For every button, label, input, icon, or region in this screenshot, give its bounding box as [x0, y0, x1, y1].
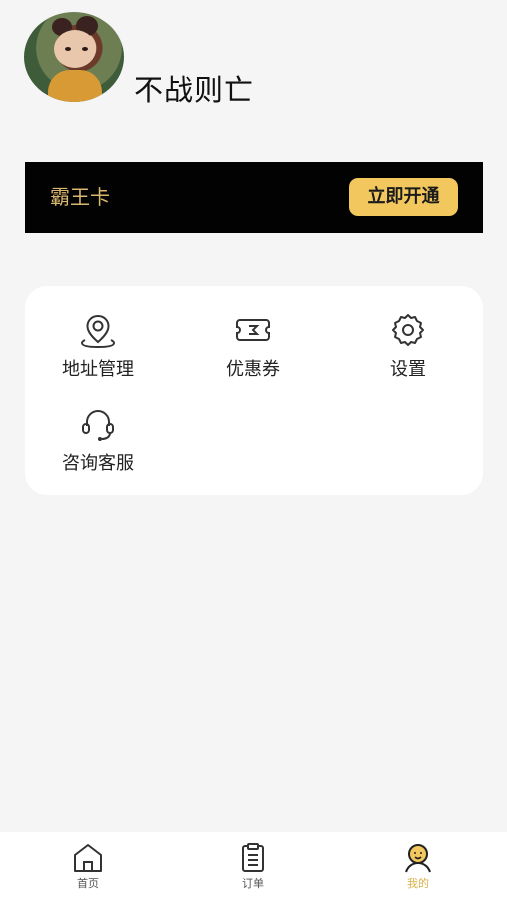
clipboard-icon	[242, 843, 264, 872]
tab-label: 订单	[242, 877, 264, 890]
avatar-face	[54, 30, 96, 68]
gear-icon	[392, 314, 424, 346]
avatar-eye-right	[82, 47, 88, 51]
activate-now-button[interactable]: 立即开通	[349, 178, 458, 216]
menu-item-address[interactable]: 地址管理	[38, 310, 158, 382]
headset-icon	[82, 410, 114, 441]
tab-label: 首页	[77, 877, 99, 890]
menu-item-coupons[interactable]: 优惠券	[193, 310, 313, 382]
menu-item-label: 咨询客服	[62, 453, 134, 474]
username: 不战则亡	[134, 73, 255, 107]
menu-item-label: 设置	[390, 359, 426, 380]
menu-item-label: 优惠券	[226, 359, 280, 380]
tab-profile[interactable]: 我的	[373, 842, 463, 891]
service-menu: 地址管理 优惠券 设置 咨询客服	[25, 286, 483, 495]
avatar-body	[48, 70, 102, 102]
vip-card: 霸王卡 立即开通	[25, 162, 483, 233]
avatar[interactable]	[24, 12, 124, 102]
tab-label: 我的	[407, 877, 429, 890]
vip-card-title: 霸王卡	[50, 185, 110, 209]
user-smile-icon	[405, 844, 431, 873]
avatar-eye-left	[65, 47, 71, 51]
location-icon	[80, 314, 116, 349]
home-icon	[74, 844, 102, 872]
menu-item-customer-service[interactable]: 咨询客服	[38, 404, 158, 476]
bottom-tab-bar: 首页 订单 我的	[0, 832, 507, 900]
coupon-icon	[236, 319, 270, 341]
tab-orders[interactable]: 订单	[208, 842, 298, 891]
menu-item-label: 地址管理	[62, 359, 134, 380]
menu-item-settings[interactable]: 设置	[348, 310, 468, 382]
tab-home[interactable]: 首页	[43, 842, 133, 891]
